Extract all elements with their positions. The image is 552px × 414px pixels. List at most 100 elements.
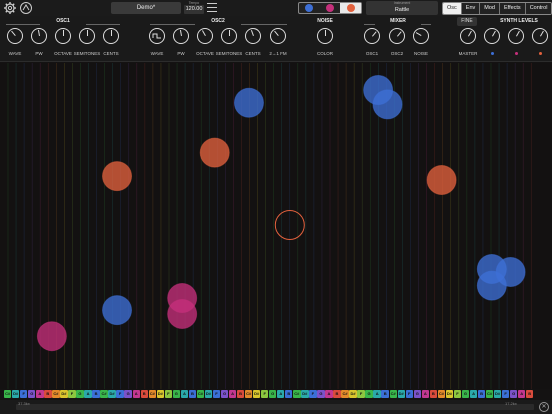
note-key[interactable]: G xyxy=(365,390,373,398)
settings-gear-icon[interactable] xyxy=(3,1,17,15)
mixer-osc2-knob[interactable] xyxy=(389,28,405,44)
note-key[interactable]: A xyxy=(180,390,189,398)
mixer-noise-knob[interactable] xyxy=(413,28,429,44)
note-key[interactable]: G xyxy=(269,390,277,398)
osc2-cents-knob[interactable] xyxy=(245,28,261,44)
level-knob-orange[interactable] xyxy=(532,28,548,44)
tab-env[interactable]: Env xyxy=(461,3,481,14)
note-bubble[interactable] xyxy=(102,295,133,326)
note-key[interactable]: F xyxy=(20,390,28,398)
preset-name-button[interactable]: Demo* xyxy=(111,2,181,14)
note-key[interactable]: B xyxy=(188,390,197,398)
note-key[interactable]: A xyxy=(421,390,430,398)
note-key[interactable]: B xyxy=(429,390,438,398)
note-bubble[interactable] xyxy=(426,165,457,196)
tab-osc[interactable]: Osc xyxy=(443,3,462,14)
color-swatch[interactable] xyxy=(320,3,341,13)
note-key[interactable]: B xyxy=(236,390,245,398)
note-bubble[interactable] xyxy=(199,137,230,168)
note-key[interactable]: G xyxy=(76,390,84,398)
note-key[interactable]: A xyxy=(325,390,333,398)
note-key[interactable]: F xyxy=(261,390,269,398)
note-bubble[interactable] xyxy=(167,299,198,330)
osc1-wave-knob[interactable] xyxy=(7,28,23,44)
note-key[interactable]: C# xyxy=(196,390,205,398)
audiobus-link-icon[interactable] xyxy=(19,1,33,15)
note-key[interactable]: A xyxy=(373,390,381,398)
note-key[interactable]: G xyxy=(28,390,36,398)
tab-effects[interactable]: Effects xyxy=(499,3,526,14)
note-key[interactable]: D# xyxy=(60,390,68,398)
osc1-semitones-knob[interactable] xyxy=(79,28,95,44)
note-key[interactable]: C# xyxy=(389,390,397,398)
note-key[interactable]: A xyxy=(469,390,478,398)
color-swatch[interactable] xyxy=(299,3,320,13)
note-key[interactable]: B xyxy=(140,390,148,398)
note-grid-canvas[interactable] xyxy=(0,63,552,389)
note-bubble[interactable] xyxy=(102,161,133,192)
instrument-value[interactable]: Rattle xyxy=(366,6,438,14)
note-key[interactable]: F xyxy=(453,390,462,398)
note-key[interactable]: A xyxy=(36,390,44,398)
note-bubble[interactable] xyxy=(372,89,403,120)
note-key[interactable]: D# xyxy=(12,390,20,398)
note-key[interactable]: A xyxy=(84,390,92,398)
note-key[interactable]: B xyxy=(92,390,100,398)
note-key[interactable]: F xyxy=(212,390,221,398)
note-key[interactable]: B xyxy=(477,390,486,398)
osc1-pw-knob[interactable] xyxy=(31,28,47,44)
note-key[interactable]: F xyxy=(164,390,173,398)
note-key[interactable]: D# xyxy=(252,390,261,398)
note-key[interactable]: C# xyxy=(244,390,253,398)
note-bubble[interactable] xyxy=(36,321,67,352)
level-knob-pink[interactable] xyxy=(508,28,524,44)
note-key[interactable]: A xyxy=(277,390,285,398)
note-key[interactable]: F xyxy=(405,390,413,398)
note-key[interactable]: C# xyxy=(437,390,446,398)
tempo-value[interactable]: 120.00 xyxy=(184,5,204,14)
mixer-osc1-knob[interactable] xyxy=(364,28,380,44)
note-key[interactable]: D# xyxy=(445,390,454,398)
note-key[interactable]: C# xyxy=(148,390,156,398)
note-key[interactable]: C# xyxy=(52,390,60,398)
note-key[interactable]: D# xyxy=(204,390,213,398)
instrument-selector[interactable]: Instrument Rattle xyxy=(366,1,438,15)
scroll-track[interactable] xyxy=(16,404,534,410)
note-key[interactable]: F xyxy=(309,390,317,398)
tab-mod[interactable]: Mod xyxy=(480,3,500,14)
note-key[interactable]: D# xyxy=(108,390,116,398)
osc2-pw-knob[interactable] xyxy=(173,28,189,44)
note-key[interactable]: D# xyxy=(493,390,502,398)
note-key[interactable]: G xyxy=(124,390,132,398)
osc1-octave-knob[interactable] xyxy=(55,28,71,44)
osc2-fm-knob[interactable] xyxy=(270,28,286,44)
note-bubble[interactable] xyxy=(233,87,264,118)
note-key[interactable]: B xyxy=(526,390,534,398)
note-key[interactable]: G xyxy=(172,390,181,398)
level-knob-blue[interactable] xyxy=(484,28,500,44)
note-key[interactable]: B xyxy=(44,390,52,398)
note-key[interactable]: C# xyxy=(4,390,12,398)
color-swatch[interactable] xyxy=(340,3,362,13)
note-key[interactable]: G xyxy=(317,390,325,398)
note-key[interactable]: G xyxy=(413,390,421,398)
note-key[interactable]: B xyxy=(285,390,293,398)
note-bubble[interactable] xyxy=(476,270,507,301)
osc1-cents-knob[interactable] xyxy=(103,28,119,44)
note-key[interactable]: B xyxy=(333,390,341,398)
note-key[interactable]: C# xyxy=(293,390,301,398)
noise-color-knob[interactable] xyxy=(317,28,333,44)
note-key[interactable]: F xyxy=(357,390,365,398)
note-color-selector[interactable] xyxy=(298,2,362,14)
note-key[interactable]: B xyxy=(381,390,389,398)
note-key[interactable]: A xyxy=(132,390,140,398)
osc2-semitones-knob[interactable] xyxy=(221,28,237,44)
note-key[interactable]: F xyxy=(116,390,124,398)
osc2-wave-selector[interactable] xyxy=(149,28,165,44)
menu-icon[interactable] xyxy=(207,3,217,12)
osc2-octave-knob[interactable] xyxy=(197,28,213,44)
note-key[interactable]: F xyxy=(68,390,76,398)
note-key[interactable]: A xyxy=(518,390,526,398)
fine-toggle-button[interactable]: FINE xyxy=(457,17,477,26)
note-key[interactable]: D# xyxy=(156,390,164,398)
